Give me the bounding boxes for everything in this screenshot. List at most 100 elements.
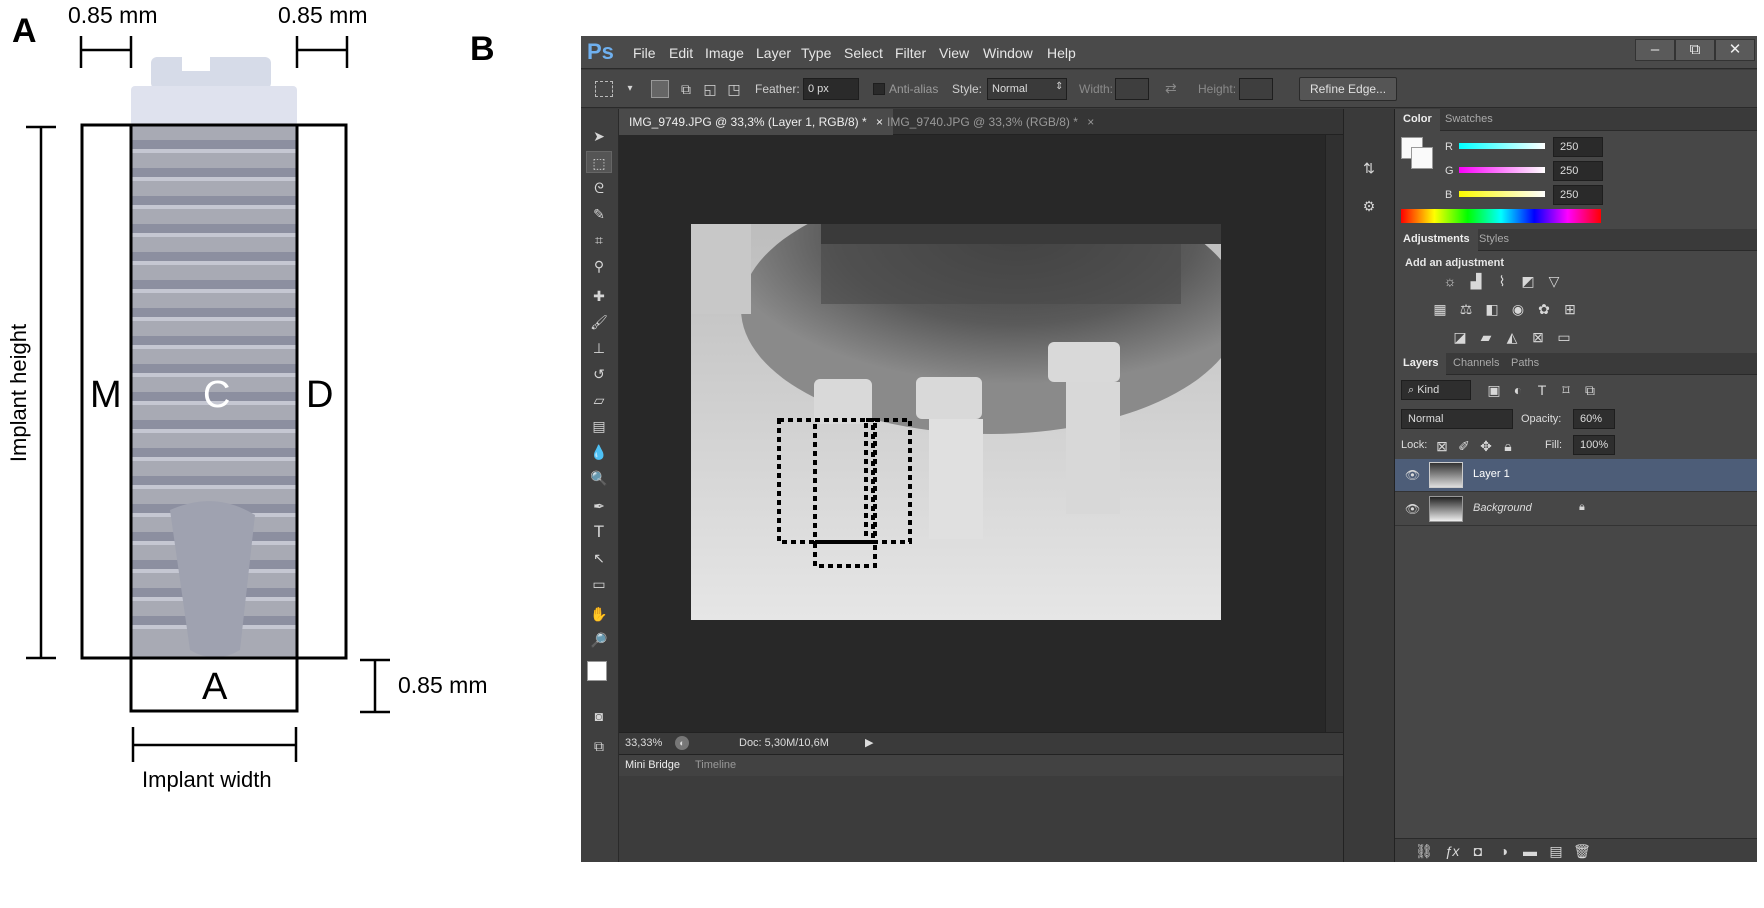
tab-swatches[interactable]: Swatches [1437, 109, 1501, 131]
color-lookup-icon[interactable]: ⊞ [1559, 299, 1581, 319]
threshold-icon[interactable]: ◭ [1501, 327, 1523, 347]
intersect-selection-icon[interactable]: ◳ [721, 78, 747, 100]
zoom-level[interactable]: 33,33% [625, 737, 662, 749]
visibility-eye-icon[interactable]: 👁︎ [1405, 502, 1420, 516]
r-slider[interactable] [1459, 143, 1545, 149]
filter-adjustment-icon[interactable]: ◐ [1507, 380, 1529, 400]
menu-view[interactable]: View [939, 45, 969, 61]
lock-all-icon[interactable]: 🔒︎ [1497, 436, 1519, 456]
screen-mode-icon[interactable]: ⧉ [586, 735, 612, 757]
menu-window[interactable]: Window [983, 45, 1033, 61]
tab-timeline[interactable]: Timeline [695, 759, 736, 771]
new-group-icon[interactable]: ▬ [1519, 841, 1541, 861]
color-background-swatch[interactable] [1411, 147, 1433, 169]
tab-img-9749[interactable]: IMG_9749.JPG @ 33,3% (Layer 1, RGB/8) * … [619, 109, 893, 135]
fill-input[interactable]: 100% [1573, 435, 1615, 455]
menu-filter[interactable]: Filter [895, 45, 926, 61]
history-brush-icon[interactable]: ↺ [586, 363, 612, 385]
fx-icon[interactable]: ƒx [1441, 841, 1463, 861]
new-adjustment-icon[interactable]: ◑ [1493, 841, 1515, 861]
menu-edit[interactable]: Edit [669, 45, 693, 61]
gradient-tool-icon[interactable]: ▤ [586, 415, 612, 437]
crop-tool-icon[interactable]: ⌗ [586, 229, 612, 251]
vertical-scrollbar[interactable] [1325, 135, 1343, 732]
radiograph-image[interactable] [691, 224, 1221, 620]
levels-icon[interactable]: ▟ [1465, 271, 1487, 291]
properties-panel-icon[interactable]: ⚙ [1356, 195, 1382, 217]
status-menu-arrow-icon[interactable]: ▶ [865, 736, 873, 749]
marquee-tool-icon[interactable]: ⬚ [586, 151, 612, 173]
curves-icon[interactable]: ⌇ [1491, 271, 1513, 291]
b-value[interactable]: 250 [1553, 185, 1603, 205]
layer-row-background[interactable]: 👁︎ Background 🔒︎ [1395, 493, 1757, 526]
restore-button[interactable]: ⧉ [1675, 39, 1715, 61]
g-value[interactable]: 250 [1553, 161, 1603, 181]
tab-paths[interactable]: Paths [1503, 353, 1547, 375]
menu-image[interactable]: Image [705, 45, 744, 61]
new-layer-icon[interactable]: ▤ [1545, 841, 1567, 861]
channel-mixer-icon[interactable]: ✿ [1533, 299, 1555, 319]
history-panel-icon[interactable]: ⇅ [1356, 157, 1382, 179]
menu-select[interactable]: Select [844, 45, 883, 61]
brush-tool-icon[interactable]: 🖌 [586, 311, 612, 333]
layer-name[interactable]: Background [1473, 502, 1532, 514]
eraser-tool-icon[interactable]: ▱ [586, 389, 612, 411]
status-info-icon[interactable]: ◐ [675, 736, 689, 750]
b-slider[interactable] [1459, 191, 1545, 197]
hue-saturation-icon[interactable]: ▦ [1429, 299, 1451, 319]
hand-tool-icon[interactable]: ✋ [586, 603, 612, 625]
antialias-checkbox[interactable] [873, 83, 885, 95]
r-value[interactable]: 250 [1553, 137, 1603, 157]
healing-brush-icon[interactable]: ✚ [586, 285, 612, 307]
width-input[interactable] [1115, 78, 1149, 100]
zoom-tool-icon[interactable]: 🔎 [586, 629, 612, 651]
pen-tool-icon[interactable]: ✒ [586, 495, 612, 517]
lock-transparency-icon[interactable]: ⊠ [1431, 436, 1453, 456]
lock-position-icon[interactable]: ✥ [1475, 436, 1497, 456]
gradient-map-icon[interactable]: ▭ [1553, 327, 1575, 347]
type-tool-icon[interactable]: T [586, 521, 612, 543]
delete-layer-icon[interactable]: 🗑︎ [1571, 841, 1593, 861]
visibility-eye-icon[interactable]: 👁︎ [1405, 468, 1420, 482]
selective-color-icon[interactable]: ⊠ [1527, 327, 1549, 347]
opacity-input[interactable]: 60% [1573, 409, 1615, 429]
path-select-icon[interactable]: ↖ [586, 547, 612, 569]
stamp-tool-icon[interactable]: ⊥ [586, 337, 612, 359]
posterize-icon[interactable]: ▰ [1475, 327, 1497, 347]
close-tab-icon[interactable]: × [1087, 115, 1094, 129]
tab-layers[interactable]: Layers [1395, 353, 1447, 375]
lasso-tool-icon[interactable]: ᘓ [586, 177, 612, 199]
layer-name[interactable]: Layer 1 [1473, 468, 1510, 480]
quick-select-tool-icon[interactable]: ✎ [586, 203, 612, 225]
black-white-icon[interactable]: ◧ [1481, 299, 1503, 319]
filter-image-icon[interactable]: ▣ [1483, 380, 1505, 400]
brightness-icon[interactable]: ☼ [1439, 271, 1461, 291]
quick-mask-icon[interactable]: ◙ [586, 705, 612, 727]
link-layers-icon[interactable]: ⛓ [1413, 841, 1435, 861]
tab-channels[interactable]: Channels [1445, 353, 1507, 375]
invert-icon[interactable]: ◪ [1449, 327, 1471, 347]
canvas-area[interactable] [619, 135, 1325, 732]
refine-edge-button[interactable]: Refine Edge... [1299, 77, 1398, 101]
blur-tool-icon[interactable]: 💧 [586, 441, 612, 463]
rectangle-tool-icon[interactable]: ▭ [586, 573, 612, 595]
tab-mini-bridge[interactable]: Mini Bridge [625, 759, 680, 771]
tab-adjustments[interactable]: Adjustments [1395, 229, 1478, 251]
subtract-selection-icon[interactable]: ◱ [697, 78, 723, 100]
tab-img-9740[interactable]: IMG_9740.JPG @ 33,3% (RGB/8) * × [877, 109, 1104, 135]
eyedropper-tool-icon[interactable]: ⚲ [586, 255, 612, 277]
height-input[interactable] [1239, 78, 1273, 100]
menu-file[interactable]: File [633, 45, 656, 61]
marquee-preset-icon[interactable] [595, 81, 613, 97]
swap-icon[interactable]: ⇄ [1165, 80, 1177, 97]
menu-type[interactable]: Type [801, 45, 831, 61]
layer-filter-kind[interactable]: ⌕ Kind [1401, 380, 1471, 400]
foreground-color-swatch[interactable] [587, 661, 607, 681]
exposure-icon[interactable]: ◩ [1517, 271, 1539, 291]
photo-filter-icon[interactable]: ◉ [1507, 299, 1529, 319]
add-selection-icon[interactable]: ⧉ [673, 78, 699, 100]
menu-help[interactable]: Help [1047, 45, 1076, 61]
color-spectrum[interactable] [1401, 209, 1601, 223]
add-mask-icon[interactable]: ◘ [1467, 841, 1489, 861]
new-selection-icon[interactable] [651, 80, 669, 98]
